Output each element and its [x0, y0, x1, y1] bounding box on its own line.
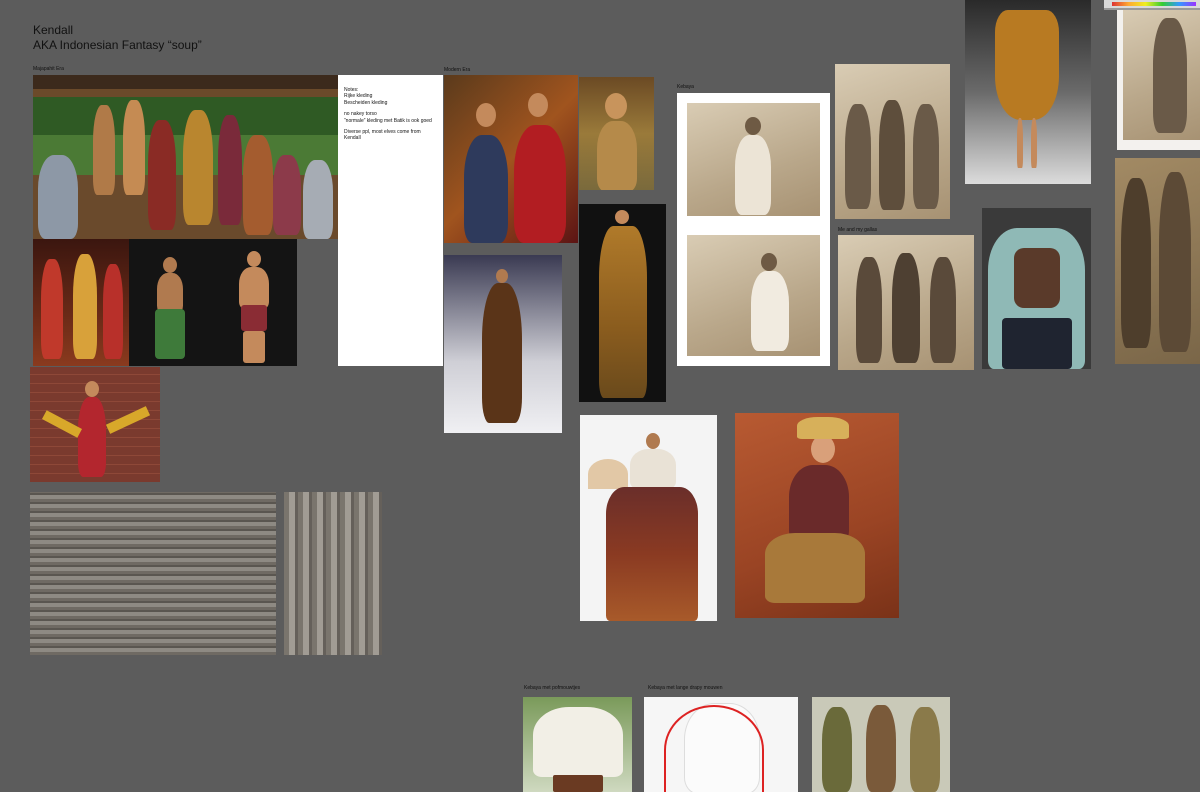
notes-line2: no nakey torso “normale” kleding met Bat…: [344, 111, 432, 124]
photo-man-green-sarong: [129, 239, 213, 366]
section-label-modern: Modern Era: [444, 67, 471, 73]
photo-vintage-three-women: [835, 64, 950, 219]
board-title: Kendall AKA Indonesian Fantasy “soup”: [33, 23, 202, 53]
photo-modern-couple: [444, 75, 578, 243]
photo-man-red-sarong: [213, 239, 297, 366]
photo-elf-concept-art: [812, 697, 950, 792]
section-label-kebaya-pofmouw: Kebaya met pofmouwtjes: [524, 685, 581, 691]
notes-line3: Diverse ppl, most elves come from Kendal…: [344, 129, 421, 142]
photo-kebaya-drapey-sleeves: [644, 697, 798, 792]
board-title-line1: Kendall: [33, 23, 74, 37]
board-title-line2: AKA Indonesian Fantasy “soup”: [33, 38, 202, 52]
photo-runway-fan-kebaya: [580, 415, 717, 621]
photo-dancers-red: [33, 239, 129, 366]
photo-blue-kebaya-torso: [982, 208, 1091, 369]
kebaya-photo-frame: [677, 93, 830, 366]
photo-painting-woman: [579, 77, 654, 190]
photo-runway-gold-dress: [965, 0, 1091, 184]
notes-panel: Notes: Rijke kleding Bescheiden kleding …: [338, 75, 443, 366]
photo-temple-relief-wide: [30, 492, 276, 655]
photo-gold-strapless-dress: [579, 204, 666, 402]
photo-runway-brown-batik: [444, 255, 562, 433]
notes-heading: Notes: Rijke kleding Bescheiden kleding: [344, 87, 388, 106]
photo-dancer-painting: [735, 413, 899, 618]
section-label-me-and-gals: Me and my gallas: [838, 227, 878, 233]
photo-majapahit-group: [33, 75, 339, 239]
photo-temple-relief-narrow: [284, 492, 382, 655]
photo-vintage-partial: [1117, 0, 1200, 150]
section-label-kebaya-drapey: Kebaya met lange drapy mouwen: [648, 685, 723, 691]
section-label-kebaya: Kebaya: [677, 84, 694, 90]
photo-kebaya-top: [687, 103, 820, 216]
photo-vintage-group-right: [1115, 158, 1200, 364]
photo-kebaya-puff-sleeves: [523, 697, 632, 792]
photo-kebaya-bottom: [687, 235, 820, 356]
section-label-majapahit: Majapahit Era: [33, 66, 64, 72]
photo-me-and-gallas: [838, 235, 974, 370]
window-toolbar-edge: [1104, 0, 1200, 10]
photo-dancer-yellow-scarf: [30, 367, 160, 482]
